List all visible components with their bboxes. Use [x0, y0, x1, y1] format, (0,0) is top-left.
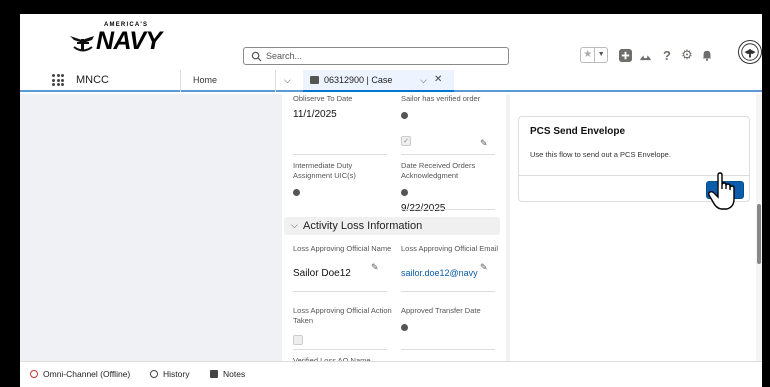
- app-name: MNCC: [76, 74, 109, 86]
- scrollbar-thumb[interactable]: [757, 204, 761, 264]
- navy-logo[interactable]: AMERICA'S NAVY: [68, 22, 162, 58]
- action-taken-checkbox: [293, 335, 303, 345]
- gear-icon[interactable]: ⚙: [678, 46, 696, 64]
- field-divider: [293, 154, 387, 155]
- app-launcher-icon[interactable]: [52, 74, 64, 86]
- notes-button[interactable]: Notes: [210, 369, 245, 379]
- tab-chevron-down-icon[interactable]: ⌵: [420, 75, 427, 86]
- logo-wordmark: NAVY: [96, 27, 162, 55]
- trailhead-icon[interactable]: [636, 46, 654, 64]
- field-label: Loss Approving Official Action Taken: [293, 306, 392, 325]
- favorites-button[interactable]: ★ ▼: [580, 47, 608, 63]
- field-label: Obliserve To Date: [293, 94, 353, 103]
- field-label: Intermediate Duty Assignment UIC(s): [293, 161, 356, 180]
- field-label: Loss Approving Official Name: [293, 244, 392, 253]
- clock-icon: [150, 370, 158, 378]
- case-detail-panel: Obliserve To Date 11/1/2025 Sailor has v…: [282, 94, 506, 365]
- field-divider: [293, 349, 387, 350]
- field-divider: [401, 209, 495, 210]
- tab-case[interactable]: 06312900 | Case ⌵ ✕: [303, 70, 454, 92]
- field-divider: [401, 349, 495, 350]
- add-icon[interactable]: [616, 46, 634, 64]
- info-icon[interactable]: [401, 112, 408, 119]
- field-approved-transfer-date: Approved Transfer Date: [401, 306, 501, 336]
- tab-home[interactable]: Home: [193, 75, 217, 85]
- flow-title: PCS Send Envelope: [530, 126, 626, 137]
- field-loss-approving-action-taken: Loss Approving Official Action Taken: [293, 306, 393, 350]
- workspace-content: Obliserve To Date 11/1/2025 Sailor has v…: [20, 94, 762, 365]
- edit-pencil-icon[interactable]: ✎: [480, 138, 488, 149]
- field-label: Approved Transfer Date: [401, 306, 481, 315]
- edit-pencil-icon[interactable]: ✎: [480, 262, 488, 273]
- field-divider: [293, 291, 387, 292]
- history-label: History: [163, 369, 190, 379]
- case-icon: [310, 76, 319, 84]
- tab-case-label: 06312900 | Case: [324, 75, 393, 85]
- global-header: AMERICA'S NAVY Search... ★ ▼ ? ⚙: [20, 14, 762, 68]
- search-icon: [251, 51, 262, 62]
- omni-channel-button[interactable]: Omni-Channel (Offline): [30, 369, 130, 379]
- field-date-received-orders: Date Received Orders Acknowledgment 9/22…: [401, 161, 501, 214]
- flow-description: Use this flow to send out a PCS Envelope…: [530, 150, 671, 159]
- notes-label: Notes: [223, 369, 246, 379]
- verified-order-checkbox: ✓: [401, 136, 411, 146]
- info-icon[interactable]: [401, 324, 408, 331]
- pointer-hand-cursor-icon: [707, 172, 735, 210]
- section-title: Activity Loss Information: [303, 220, 423, 232]
- app-navigation-bar: MNCC Home ⌵ 06312900 | Case ⌵ ✕: [20, 70, 762, 92]
- left-panel: [20, 94, 280, 361]
- search-placeholder: Search...: [266, 51, 303, 61]
- offline-status-icon: [30, 370, 38, 378]
- app-window: AMERICA'S NAVY Search... ★ ▼ ? ⚙ MNCC Ho…: [20, 14, 762, 387]
- chevron-down-icon[interactable]: ▼: [595, 48, 607, 62]
- section-activity-loss-information[interactable]: ⌵ Activity Loss Information: [284, 217, 500, 235]
- notes-icon: [210, 370, 218, 378]
- user-avatar[interactable]: [738, 40, 762, 64]
- field-obliserve-to-date: Obliserve To Date 11/1/2025: [293, 94, 393, 120]
- info-icon[interactable]: [293, 189, 300, 196]
- chevron-down-icon: ⌵: [291, 220, 298, 230]
- field-label: Loss Approving Official Email: [401, 244, 498, 253]
- help-icon[interactable]: ?: [658, 46, 676, 64]
- star-icon: ★: [581, 48, 596, 62]
- field-value: 11/1/2025: [293, 109, 337, 120]
- flow-panel: PCS Send Envelope Use this flow to send …: [510, 94, 756, 361]
- field-divider: [401, 154, 495, 155]
- field-intermediate-duty-uic: Intermediate Duty Assignment UIC(s): [293, 161, 393, 201]
- nav-divider: [180, 70, 181, 92]
- utility-bar: Omni-Channel (Offline) History Notes: [20, 361, 762, 387]
- omni-channel-label: Omni-Channel (Offline): [43, 369, 131, 379]
- eagle-anchor-icon: [70, 36, 94, 52]
- nav-menu-chevron-icon[interactable]: ⌵: [284, 75, 291, 86]
- field-divider: [401, 291, 495, 292]
- page-scrollbar[interactable]: [756, 94, 762, 361]
- tab-close-icon[interactable]: ✕: [434, 74, 442, 85]
- bell-icon[interactable]: [698, 46, 716, 64]
- edit-pencil-icon[interactable]: ✎: [371, 262, 379, 273]
- global-search-input[interactable]: Search...: [243, 47, 509, 65]
- field-label: Date Received Orders Acknowledgment: [401, 161, 476, 180]
- nav-divider: [275, 70, 276, 92]
- history-button[interactable]: History: [150, 369, 189, 379]
- field-label: Sailor has verified order: [401, 94, 481, 103]
- info-icon[interactable]: [401, 189, 408, 196]
